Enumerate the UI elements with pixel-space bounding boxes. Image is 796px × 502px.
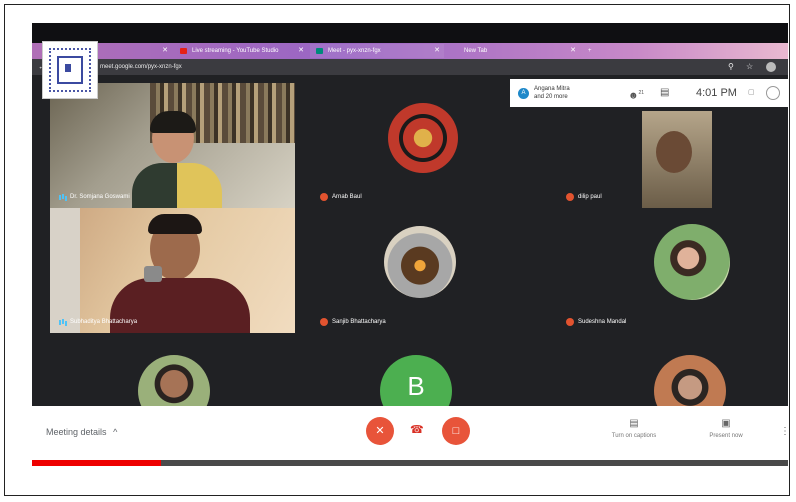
participant-face bbox=[656, 131, 692, 173]
participant-avatar: B bbox=[380, 355, 452, 413]
name-label: Dr. Somjana Goswami bbox=[58, 192, 130, 202]
mic-off-button[interactable]: ✕ bbox=[366, 417, 394, 445]
tab-close-icon[interactable]: ✕ bbox=[434, 44, 440, 58]
participant-tile[interactable]: B bbox=[300, 333, 544, 413]
present-icon: ▣ bbox=[721, 418, 731, 429]
participants-summary-line1: Angana Mitra bbox=[534, 86, 570, 92]
tab-close-icon[interactable]: ✕ bbox=[570, 44, 576, 58]
clock-time: 4:01 PM bbox=[696, 87, 737, 99]
participant-tile[interactable]: Subhaditya Bhattacharya bbox=[50, 208, 295, 333]
mic-muted-icon bbox=[566, 318, 574, 326]
participant-hair bbox=[150, 111, 196, 133]
address-bar: ← meet.google.com/pyx-xnzn-fgx ⚲ ☆ bbox=[32, 59, 788, 75]
meeting-controls-bar: Meeting details ^ ✕ ☎ □ ▤ Turn on captio… bbox=[32, 406, 788, 460]
participants-summary-line2: and 20 more bbox=[534, 94, 568, 100]
mic-muted-icon bbox=[566, 193, 574, 201]
tab-title: Meet - pyx-xnzn-fgx bbox=[328, 48, 381, 54]
participant-hair bbox=[148, 214, 202, 234]
tab-close-icon[interactable]: ✕ bbox=[298, 44, 304, 58]
participants-overlay: A Angana Mitra and 20 more ☻21 ▤ 4:01 PM… bbox=[510, 79, 788, 107]
new-tab-button[interactable]: + bbox=[582, 44, 602, 58]
hang-up-icon[interactable]: ☎ bbox=[410, 424, 424, 436]
participant-tile[interactable]: Arnab Baul bbox=[300, 83, 544, 208]
participant-avatar bbox=[138, 355, 210, 413]
present-now-label: Present now bbox=[709, 433, 743, 439]
chevron-up-icon: ^ bbox=[113, 427, 118, 437]
chat-icon[interactable]: ▤ bbox=[660, 87, 669, 99]
meeting-details-toggle[interactable]: Meeting details ^ bbox=[46, 426, 117, 438]
mic-muted-icon bbox=[320, 318, 328, 326]
participant-tile[interactable] bbox=[50, 333, 295, 413]
browser-tab-bar: ✕ Live streaming - YouTube Studio ✕ Meet… bbox=[32, 23, 788, 59]
url-text[interactable]: meet.google.com/pyx-xnzn-fgx bbox=[100, 62, 182, 72]
tab-title: New Tab bbox=[464, 48, 488, 54]
participant-initial-avatar: A bbox=[518, 88, 529, 99]
video-progress-fill bbox=[32, 460, 161, 466]
youtube-icon bbox=[180, 48, 187, 54]
mic-muted-icon bbox=[320, 193, 328, 201]
meet-icon bbox=[316, 48, 323, 54]
tab-close-icon[interactable]: ✕ bbox=[162, 44, 168, 58]
browser-tab-meet[interactable]: Meet - pyx-xnzn-fgx ✕ bbox=[310, 44, 444, 58]
participant-avatar bbox=[388, 103, 458, 173]
key-icon[interactable]: ⚲ bbox=[728, 62, 734, 72]
name-label: Sudeshna Mandal bbox=[566, 317, 626, 327]
camera-off-button[interactable]: □ bbox=[442, 417, 470, 445]
participant-name: Subhaditya Bhattacharya bbox=[70, 319, 138, 325]
bookmark-star-icon[interactable]: ☆ bbox=[746, 62, 753, 72]
speaking-indicator-icon bbox=[58, 193, 66, 201]
captions-icon: ▤ bbox=[629, 418, 639, 429]
more-options-icon[interactable]: ⋮ bbox=[780, 426, 788, 437]
browser-tab-youtube-studio[interactable]: Live streaming - YouTube Studio ✕ bbox=[174, 44, 308, 58]
participant-avatar bbox=[384, 226, 456, 298]
participant-tile[interactable]: Sudeshna Mandal bbox=[546, 208, 786, 333]
participant-name: Sudeshna Mandal bbox=[578, 319, 627, 325]
browser-tab-new-tab[interactable]: New Tab ✕ bbox=[446, 44, 580, 58]
participant-count: 21 bbox=[638, 90, 645, 96]
captions-button[interactable]: ▤ Turn on captions bbox=[604, 418, 664, 439]
wall-background bbox=[50, 208, 80, 333]
video-progress-bar[interactable] bbox=[32, 460, 788, 466]
name-label: dilip paul bbox=[566, 192, 602, 202]
participant-tile[interactable]: Sanjib Bhattacharya bbox=[300, 208, 544, 333]
mic-off-icon: ✕ bbox=[375, 425, 385, 437]
meeting-details-label: Meeting details bbox=[46, 427, 107, 437]
captions-label: Turn on captions bbox=[611, 433, 657, 439]
camera-off-icon: □ bbox=[452, 425, 460, 437]
participant-avatar bbox=[654, 355, 726, 413]
participant-clothes bbox=[132, 163, 222, 208]
participant-name: Dr. Somjana Goswami bbox=[70, 194, 130, 200]
name-label: Arnab Baul bbox=[320, 192, 362, 202]
meet-screen: ✕ Live streaming - YouTube Studio ✕ Meet… bbox=[32, 23, 788, 466]
participant-name: Sanjib Bhattacharya bbox=[332, 319, 386, 325]
speaking-indicator-icon bbox=[58, 318, 66, 326]
name-label: Sanjib Bhattacharya bbox=[320, 317, 386, 327]
you-label-icon: ▢ bbox=[748, 89, 755, 96]
participant-avatar bbox=[654, 224, 730, 300]
profile-avatar-icon[interactable] bbox=[766, 86, 780, 100]
institution-logo bbox=[42, 41, 98, 99]
participant-tile[interactable]: Dr. Somjana Goswami bbox=[50, 83, 295, 208]
pin-icon[interactable] bbox=[144, 266, 162, 282]
participant-name: Arnab Baul bbox=[332, 194, 362, 200]
name-label: Subhaditya Bhattacharya bbox=[58, 317, 137, 327]
participant-tile[interactable] bbox=[546, 333, 786, 413]
present-now-button[interactable]: ▣ Present now bbox=[696, 418, 756, 439]
tab-title: Live streaming - YouTube Studio bbox=[192, 48, 279, 54]
participant-name: dilip paul bbox=[578, 194, 602, 200]
logo-center bbox=[65, 64, 71, 72]
people-icon[interactable]: ☻21 bbox=[628, 87, 644, 102]
participants-summary[interactable]: Angana Mitra and 20 more bbox=[534, 85, 570, 101]
profile-icon[interactable] bbox=[766, 62, 776, 72]
